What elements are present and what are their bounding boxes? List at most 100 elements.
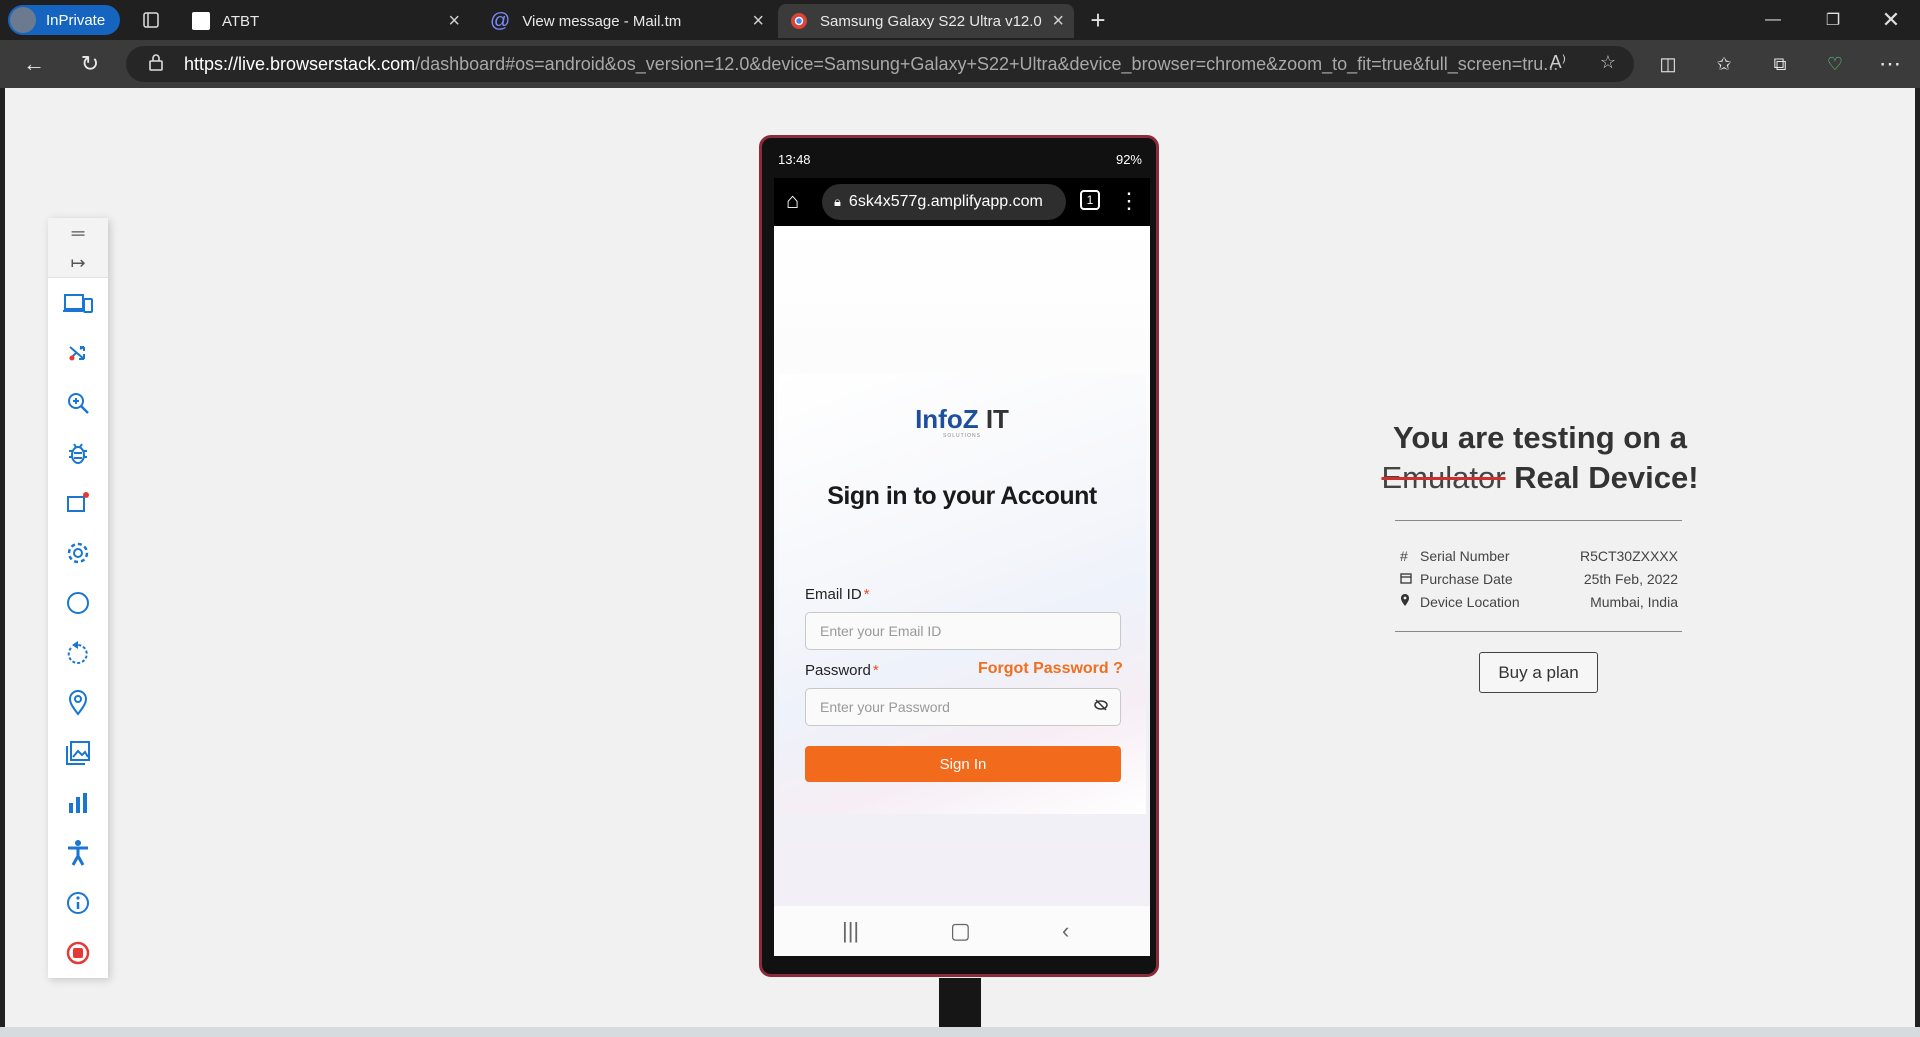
divider — [1395, 631, 1682, 632]
email-field[interactable]: Enter your Email ID — [805, 612, 1121, 650]
required-mark: * — [863, 586, 870, 603]
circle-icon[interactable] — [48, 578, 108, 628]
eye-off-icon[interactable] — [1094, 698, 1108, 714]
info-key: Device Location — [1420, 593, 1520, 610]
info-value: 25th Feb, 2022 — [1583, 570, 1678, 587]
sign-in-button[interactable]: Sign In — [805, 746, 1121, 782]
mobile-viewport: InfoZ IT SOLUTIONS Sign in to your Accou… — [774, 226, 1150, 906]
usb-cable — [939, 978, 981, 1027]
android-back-icon[interactable]: ‹ — [1062, 918, 1069, 944]
info-key: Purchase Date — [1420, 570, 1513, 587]
menu-icon[interactable]: ═ — [48, 218, 108, 248]
restore-icon[interactable]: ❐ — [1810, 4, 1856, 36]
tab-title: View message - Mail.tm — [522, 12, 682, 30]
back-icon[interactable]: ← — [18, 48, 50, 80]
device-location-row: Device Location Mumbai, India — [1400, 590, 1678, 613]
avatar — [10, 7, 36, 33]
status-time: 13:48 — [778, 152, 811, 167]
password-field[interactable]: Enter your Password — [805, 688, 1121, 726]
inprivate-profile-button[interactable]: InPrivate — [8, 5, 120, 35]
infoz-logo: InfoZ IT SOLUTIONS — [778, 404, 1146, 439]
more-options-icon[interactable]: ⋯ — [1874, 48, 1906, 80]
address-field[interactable]: https://live.browserstack.com/dashboard#… — [126, 46, 1634, 82]
inprivate-label: InPrivate — [46, 11, 106, 29]
zoom-icon[interactable] — [48, 378, 108, 428]
browser-titlebar: InPrivate ATBT × @ View message - Mail.t… — [0, 0, 1920, 40]
kebab-menu-icon[interactable]: ⋮ — [1118, 188, 1140, 214]
shuffle-icon[interactable] — [48, 328, 108, 378]
split-screen-icon[interactable]: ◫ — [1652, 48, 1684, 80]
accessibility-icon[interactable] — [48, 828, 108, 878]
tab-mail[interactable]: @ View message - Mail.tm × — [478, 4, 774, 38]
close-window-icon[interactable]: ✕ — [1868, 4, 1914, 36]
logo-main: InfoZ — [915, 404, 979, 434]
bug-icon[interactable] — [48, 428, 108, 478]
forgot-password-link[interactable]: Forgot Password ? — [978, 660, 1123, 678]
favorite-star-icon[interactable]: ☆ — [1600, 52, 1616, 73]
mobile-address-field[interactable]: 🔒︎ 6sk4x577g.amplifyapp.com — [822, 184, 1066, 220]
home-icon[interactable]: ⌂ — [786, 188, 799, 214]
buy-plan-button[interactable]: Buy a plan — [1479, 652, 1598, 693]
gallery-icon[interactable] — [48, 728, 108, 778]
password-label-text: Password — [805, 662, 871, 679]
expand-icon[interactable]: ↦ — [48, 248, 108, 278]
address-toolbar: ← ↻ https://live.browserstack.com/dashbo… — [0, 40, 1920, 88]
browser-essentials-icon[interactable]: ♡ — [1819, 48, 1851, 80]
close-tab-icon[interactable]: × — [448, 10, 460, 33]
required-mark: * — [872, 662, 879, 679]
info-key: Serial Number — [1420, 547, 1510, 564]
lock-icon: 🔒︎ — [834, 194, 841, 209]
recents-icon[interactable]: ||| — [842, 918, 859, 944]
minimize-icon[interactable]: — — [1750, 4, 1796, 36]
location-pin-icon — [1400, 593, 1420, 610]
chrome-favicon-icon — [791, 13, 807, 29]
tab-actions-icon[interactable] — [128, 4, 174, 36]
mobile-chrome-toolbar: ⌂ 🔒︎ 6sk4x577g.amplifyapp.com 1 ⋮ — [774, 178, 1150, 226]
rotate-icon[interactable] — [48, 628, 108, 678]
tab-title: ATBT — [222, 12, 260, 30]
info-value: Mumbai, India — [1590, 593, 1678, 610]
sign-in-heading: Sign in to your Account — [827, 482, 1097, 510]
calendar-icon — [1400, 571, 1420, 587]
new-tab-button[interactable]: + — [1075, 4, 1121, 36]
location-icon[interactable] — [48, 678, 108, 728]
info-value: R5CT30ZXXXX — [1579, 547, 1678, 564]
refresh-icon[interactable]: ↻ — [74, 48, 106, 80]
tab-atbt[interactable]: ATBT × — [180, 4, 470, 38]
lock-icon — [148, 53, 164, 76]
stats-icon[interactable] — [48, 778, 108, 828]
url-host: https://live.browserstack.com — [184, 53, 416, 74]
device-frame: 13:48 92% ⌂ 🔒︎ 6sk4x577g.amplifyapp.com … — [759, 135, 1159, 977]
mail-at-icon: @ — [490, 9, 511, 32]
android-nav-bar: ||| ▢ ‹ — [774, 906, 1150, 956]
divider — [1395, 520, 1682, 521]
collections-icon[interactable]: ⧉ — [1764, 48, 1796, 80]
device-info-heading: You are testing on a Emulator Real Devic… — [1380, 418, 1700, 498]
tab-title: Samsung Galaxy S22 Ultra v12.0 — [820, 12, 1042, 30]
read-aloud-icon[interactable]: A⁾ — [1550, 52, 1566, 73]
mobile-url: 6sk4x577g.amplifyapp.com — [848, 193, 1043, 210]
email-label-text: Email ID — [805, 586, 862, 603]
android-home-icon[interactable]: ▢ — [950, 918, 971, 944]
email-placeholder: Enter your Email ID — [820, 623, 942, 639]
login-card: InfoZ IT SOLUTIONS Sign in to your Accou… — [778, 374, 1146, 814]
info-icon[interactable] — [48, 878, 108, 928]
notification-icon[interactable] — [48, 478, 108, 528]
url-path: /dashboard#os=android&os_version=12.0&de… — [415, 53, 1559, 74]
purchase-date-row: Purchase Date 25th Feb, 2022 — [1400, 567, 1678, 590]
favorites-icon[interactable]: ✩ — [1708, 48, 1740, 80]
password-label: Password * — [805, 662, 879, 679]
tab-switcher-button[interactable]: 1 — [1080, 190, 1100, 210]
logo-it: IT — [985, 404, 1009, 434]
tab-browserstack[interactable]: Samsung Galaxy S22 Ultra v12.0 × — [778, 4, 1074, 38]
stop-icon[interactable] — [48, 928, 108, 978]
taskbar-strip — [0, 1027, 1920, 1037]
phone-status-bar: 13:48 92% — [778, 152, 1142, 167]
heading-line1: You are testing on a — [1393, 420, 1687, 455]
close-tab-icon[interactable]: × — [1052, 10, 1064, 33]
switch-device-icon[interactable] — [48, 278, 108, 328]
infoz-favicon-icon — [192, 12, 210, 30]
close-tab-icon[interactable]: × — [752, 10, 764, 33]
settings-icon[interactable] — [48, 528, 108, 578]
email-label: Email ID * — [805, 586, 870, 603]
